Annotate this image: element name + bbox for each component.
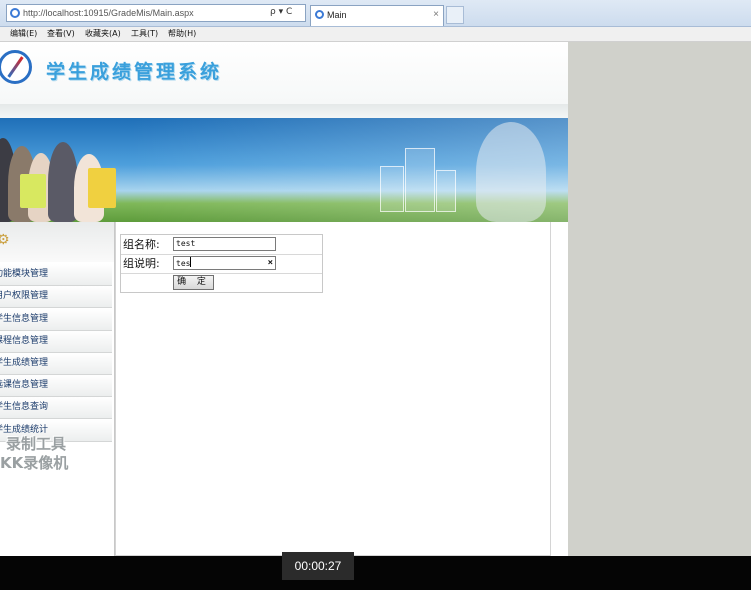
browser-tab[interactable]: Main ×	[310, 5, 444, 26]
sidebar-item-student-info[interactable]: 学生信息管理	[0, 309, 112, 331]
banner-image	[0, 118, 568, 222]
sidebar: ⚙ 功能模块管理 用户权限管理 学生信息管理 课程信息管理 学生成绩管理 选课信…	[0, 222, 115, 556]
tab-close-icon[interactable]: ×	[433, 6, 439, 24]
sidebar-item-label: 课程信息管理	[0, 336, 49, 346]
group-form: 组名称: test 组说明: tes × 确 定	[120, 234, 323, 293]
sidebar-header: ⚙	[0, 222, 114, 262]
sidebar-item-permissions[interactable]: 用户权限管理	[0, 286, 112, 308]
sidebar-item-label: 学生成绩管理	[0, 358, 49, 368]
group-desc-input[interactable]: tes ×	[173, 256, 276, 270]
new-tab-button[interactable]	[446, 6, 464, 24]
sidebar-item-student-query[interactable]: 学生信息查询	[0, 397, 112, 419]
recorder-bar	[0, 556, 751, 590]
browser-toolbar: http://localhost:10915/GradeMis/Main.asp…	[0, 0, 751, 27]
sidebar-item-label: 用户权限管理	[0, 291, 49, 301]
address-controls[interactable]: ρ ▾ C	[270, 4, 292, 20]
group-name-value: test	[176, 239, 196, 248]
menu-edit[interactable]: 编辑(E)	[10, 27, 37, 41]
sidebar-item-label: 学生信息管理	[0, 314, 49, 324]
form-row-desc: 组说明: tes ×	[121, 254, 322, 274]
menu-view[interactable]: 查看(V)	[47, 27, 75, 41]
recorder-watermark: 录制工具 KK录像机	[0, 435, 68, 473]
menu-help[interactable]: 帮助(H)	[168, 27, 196, 41]
ie-icon	[10, 8, 20, 18]
sidebar-header-mark: ⚙	[0, 232, 10, 248]
menu-bar: 编辑(E) 查看(V) 收藏夹(A) 工具(T) 帮助(H)	[0, 27, 751, 42]
menu-tools[interactable]: 工具(T)	[131, 27, 158, 41]
sidebar-item-label: 选课信息管理	[0, 380, 49, 390]
form-row-name: 组名称: test	[121, 235, 322, 255]
menu-favorites[interactable]: 收藏夹(A)	[85, 27, 121, 41]
group-desc-label: 组说明:	[123, 257, 160, 270]
sidebar-item-grades[interactable]: 学生成绩管理	[0, 353, 112, 375]
sidebar-item-label: 学生信息查询	[0, 402, 49, 412]
watermark-line1: 录制工具	[6, 435, 67, 453]
group-desc-value: tes	[176, 259, 191, 268]
clear-input-icon[interactable]: ×	[268, 257, 273, 269]
text-caret	[190, 257, 192, 267]
sidebar-item-modules[interactable]: 功能模块管理	[0, 264, 112, 286]
recording-timer: 00:00:27	[282, 552, 354, 580]
sidebar-item-enrollment[interactable]: 选课信息管理	[0, 375, 112, 397]
sidebar-item-label: 功能模块管理	[0, 269, 49, 279]
submit-button[interactable]: 确 定	[173, 275, 214, 290]
tab-title: Main	[327, 10, 347, 20]
group-name-input[interactable]: test	[173, 237, 276, 251]
browser-background	[568, 42, 751, 556]
sidebar-item-course-info[interactable]: 课程信息管理	[0, 331, 112, 353]
address-text: http://localhost:10915/GradeMis/Main.asp…	[23, 8, 194, 18]
header-strip	[0, 104, 568, 118]
address-bar[interactable]: http://localhost:10915/GradeMis/Main.asp…	[6, 4, 306, 22]
watermark-line2: KK录像机	[0, 454, 69, 472]
tab-ie-icon	[315, 10, 324, 19]
group-name-label: 组名称:	[123, 238, 160, 251]
page-title: 学生成绩管理系统	[46, 61, 223, 83]
